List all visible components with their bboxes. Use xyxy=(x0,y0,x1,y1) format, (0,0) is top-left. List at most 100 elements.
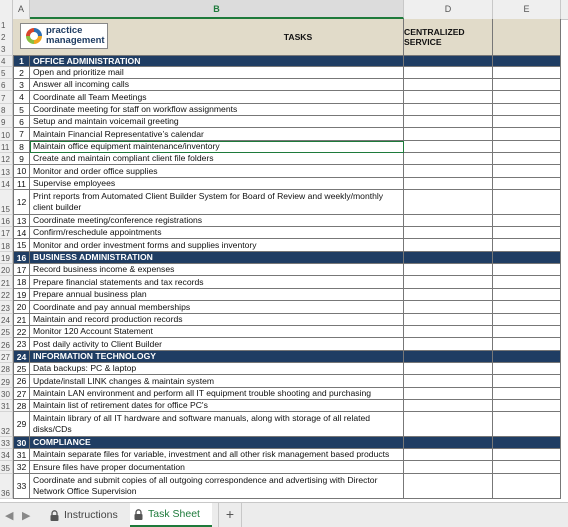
row-number[interactable]: 7 xyxy=(0,91,13,104)
task-number-cell[interactable]: 27 xyxy=(13,388,30,400)
row-number[interactable]: 14 xyxy=(0,178,13,190)
centralized-service-cell[interactable] xyxy=(404,449,493,461)
task-number-cell[interactable]: 22 xyxy=(13,326,30,338)
column-e-cell[interactable] xyxy=(493,56,561,67)
column-e-cell[interactable] xyxy=(493,461,561,474)
centralized-service-cell[interactable] xyxy=(404,165,493,178)
column-e-cell[interactable] xyxy=(493,338,561,351)
select-all-corner[interactable] xyxy=(0,0,13,19)
column-e-cell[interactable] xyxy=(493,276,561,289)
task-number-cell[interactable]: 31 xyxy=(13,449,30,461)
section-title-cell[interactable]: BUSINESS ADMINISTRATION xyxy=(30,252,404,264)
task-description-cell[interactable]: Prepare financial statements and tax rec… xyxy=(30,276,404,289)
task-number-cell[interactable]: 10 xyxy=(13,165,30,178)
centralized-service-cell[interactable] xyxy=(404,301,493,314)
column-e-cell[interactable] xyxy=(493,215,561,227)
column-e-cell[interactable] xyxy=(493,165,561,178)
row-number[interactable]: 6 xyxy=(0,79,13,91)
row-number[interactable]: 33 xyxy=(0,437,13,449)
centralized-service-cell[interactable] xyxy=(404,56,493,67)
column-e-cell[interactable] xyxy=(493,91,561,104)
section-title-cell[interactable]: COMPLIANCE xyxy=(30,437,404,449)
task-number-cell[interactable]: 4 xyxy=(13,91,30,104)
task-description-cell[interactable]: Coordinate meeting/conference registrati… xyxy=(30,215,404,227)
row-number[interactable]: 13 xyxy=(0,165,13,178)
centralized-service-cell[interactable] xyxy=(404,227,493,239)
row-number[interactable]: 36 xyxy=(0,474,13,499)
row-number-group[interactable]: 1 2 3 xyxy=(0,19,13,56)
centralized-service-cell[interactable] xyxy=(404,276,493,289)
task-number-cell[interactable]: 13 xyxy=(13,215,30,227)
section-title-cell[interactable]: OFFICE ADMINISTRATION xyxy=(30,56,404,67)
task-description-cell[interactable]: Data backups: PC & laptop xyxy=(30,363,404,375)
task-description-cell[interactable]: Open and prioritize mail xyxy=(30,67,404,79)
column-e-cell[interactable] xyxy=(493,116,561,128)
task-number-cell[interactable]: 15 xyxy=(13,239,30,252)
column-e-cell[interactable] xyxy=(493,314,561,326)
column-e-cell[interactable] xyxy=(493,178,561,190)
centralized-service-cell[interactable] xyxy=(404,314,493,326)
task-description-cell[interactable]: Monitor 120 Account Statement xyxy=(30,326,404,338)
column-e-cell[interactable] xyxy=(493,79,561,91)
column-e-cell[interactable] xyxy=(493,104,561,116)
row-number[interactable]: 17 xyxy=(0,227,13,239)
centralized-service-cell[interactable] xyxy=(404,264,493,276)
row-number[interactable]: 10 xyxy=(0,128,13,141)
task-number-cell[interactable]: 1 xyxy=(13,56,30,67)
task-number-cell[interactable]: 11 xyxy=(13,178,30,190)
centralized-service-cell[interactable] xyxy=(404,400,493,412)
row-number[interactable]: 12 xyxy=(0,153,13,165)
task-description-cell[interactable]: Post daily activity to Client Builder xyxy=(30,338,404,351)
centralized-service-cell[interactable] xyxy=(404,67,493,79)
task-description-cell[interactable]: Coordinate and pay annual memberships xyxy=(30,301,404,314)
tab-task-sheet[interactable]: Task Sheet xyxy=(130,503,212,527)
header-cell-e[interactable] xyxy=(493,19,561,56)
centralized-service-cell[interactable] xyxy=(404,363,493,375)
header-cell-centralized-service[interactable]: CENTRALIZED SERVICE xyxy=(404,19,493,56)
column-e-cell[interactable] xyxy=(493,264,561,276)
task-number-cell[interactable]: 9 xyxy=(13,153,30,165)
task-description-cell[interactable]: Ensure files have proper documentation xyxy=(30,461,404,474)
column-e-cell[interactable] xyxy=(493,449,561,461)
task-number-cell[interactable]: 3 xyxy=(13,79,30,91)
task-description-cell[interactable]: Confirm/reschedule appointments xyxy=(30,227,404,239)
task-description-cell[interactable]: Coordinate all Team Meetings xyxy=(30,91,404,104)
task-number-cell[interactable]: 29 xyxy=(13,412,30,437)
task-description-cell[interactable]: Supervise employees xyxy=(30,178,404,190)
centralized-service-cell[interactable] xyxy=(404,116,493,128)
task-number-cell[interactable]: 20 xyxy=(13,301,30,314)
row-number[interactable]: 32 xyxy=(0,412,13,437)
row-number[interactable]: 20 xyxy=(0,264,13,276)
task-description-cell[interactable]: Answer all incoming calls xyxy=(30,79,404,91)
column-header-e[interactable]: E xyxy=(493,0,561,19)
centralized-service-cell[interactable] xyxy=(404,412,493,437)
column-e-cell[interactable] xyxy=(493,227,561,239)
task-number-cell[interactable]: 33 xyxy=(13,474,30,499)
task-number-cell[interactable]: 23 xyxy=(13,338,30,351)
centralized-service-cell[interactable] xyxy=(404,437,493,449)
task-number-cell[interactable]: 30 xyxy=(13,437,30,449)
column-e-cell[interactable] xyxy=(493,239,561,252)
row-number[interactable]: 5 xyxy=(0,67,13,79)
task-number-cell[interactable]: 5 xyxy=(13,104,30,116)
row-number[interactable]: 21 xyxy=(0,276,13,289)
task-number-cell[interactable]: 24 xyxy=(13,351,30,363)
column-e-cell[interactable] xyxy=(493,128,561,141)
centralized-service-cell[interactable] xyxy=(404,215,493,227)
row-number[interactable]: 27 xyxy=(0,351,13,363)
row-number[interactable]: 34 xyxy=(0,449,13,461)
centralized-service-cell[interactable] xyxy=(404,326,493,338)
centralized-service-cell[interactable] xyxy=(404,461,493,474)
task-number-cell[interactable]: 16 xyxy=(13,252,30,264)
row-number[interactable]: 28 xyxy=(0,363,13,375)
column-e-cell[interactable] xyxy=(493,326,561,338)
task-description-cell[interactable]: Create and maintain compliant client fil… xyxy=(30,153,404,165)
centralized-service-cell[interactable] xyxy=(404,351,493,363)
column-header-f[interactable] xyxy=(561,0,568,19)
column-e-cell[interactable] xyxy=(493,437,561,449)
task-description-cell[interactable]: Maintain separate files for variable, in… xyxy=(30,449,404,461)
centralized-service-cell[interactable] xyxy=(404,153,493,165)
task-number-cell[interactable]: 2 xyxy=(13,67,30,79)
next-sheet-arrow-icon[interactable]: ▶ xyxy=(22,509,30,522)
row-number[interactable]: 22 xyxy=(0,289,13,301)
